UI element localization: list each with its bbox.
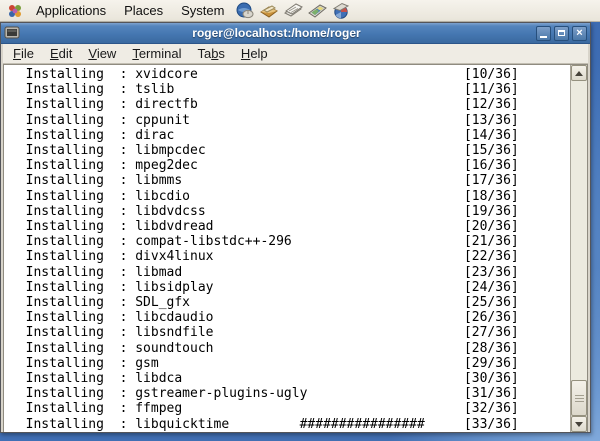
close-icon: × bbox=[576, 26, 583, 39]
terminal-line: Installing : libsidplay [24/36] bbox=[10, 279, 519, 295]
globe-chart-launcher-icon[interactable] bbox=[330, 1, 352, 21]
window-frame: File Edit View Terminal Tabs Help Installing … bbox=[3, 44, 588, 432]
menu-view[interactable]: View bbox=[80, 45, 124, 63]
gnome-top-panel: Applications Places System bbox=[0, 0, 600, 22]
thumb-grip bbox=[574, 394, 584, 396]
display-launcher-icon[interactable] bbox=[306, 1, 328, 21]
arrow-up-icon bbox=[575, 70, 583, 76]
terminal-line: Installing : ffmpeg [32/36] bbox=[10, 401, 519, 417]
panel-menu-places[interactable]: Places bbox=[116, 1, 171, 21]
maximize-button[interactable] bbox=[554, 25, 569, 41]
web-browser-launcher-icon[interactable] bbox=[234, 1, 256, 21]
terminal-screen[interactable]: Installing : xvidcore [10/36] Installing… bbox=[4, 65, 570, 432]
minimize-button[interactable] bbox=[536, 25, 551, 41]
terminal-line: Installing : xvidcore [10/36] bbox=[10, 67, 519, 82]
terminal-line: Installing : dirac [14/36] bbox=[10, 127, 519, 143]
terminal-line: Installing : gsm [29/36] bbox=[10, 355, 519, 371]
terminal-line: Installing : mpeg2dec [16/36] bbox=[10, 158, 519, 174]
terminal-line: Installing : SDL_gfx [25/36] bbox=[10, 295, 519, 311]
terminal-line: Installing : libdvdcss [19/36] bbox=[10, 203, 519, 219]
scroll-down-button[interactable] bbox=[571, 416, 587, 432]
terminal-line: Installing : gstreamer-plugins-ugly [31/… bbox=[10, 386, 519, 402]
terminal-line: Installing : libmad [23/36] bbox=[10, 264, 519, 280]
terminal-line: Installing : libdvdread [20/36] bbox=[10, 219, 519, 235]
terminal-line: Installing : libquicktime ##############… bbox=[10, 416, 519, 432]
terminal-icon bbox=[4, 26, 20, 40]
menu-terminal[interactable]: Terminal bbox=[124, 45, 189, 63]
terminal-line: Installing : compat-libstdc++-296 [21/36… bbox=[10, 234, 519, 250]
terminal-viewport: Installing : xvidcore [10/36] Installing… bbox=[3, 64, 588, 432]
panel-menu-applications[interactable]: Applications bbox=[28, 1, 114, 21]
terminal-line: Installing : tslib [11/36] bbox=[10, 82, 519, 98]
menu-file[interactable]: File bbox=[5, 45, 42, 63]
terminal-line: Installing : libdca [30/36] bbox=[10, 371, 519, 387]
terminal-window: roger@localhost:/home/roger × File Edit Vi… bbox=[0, 22, 591, 433]
scrollbar-track[interactable] bbox=[571, 81, 587, 416]
panel-menu-system[interactable]: System bbox=[173, 1, 232, 21]
terminal-line: Installing : libmpcdec [15/36] bbox=[10, 143, 519, 159]
terminal-line: Installing : directfb [12/36] bbox=[10, 97, 519, 113]
terminal-line: Installing : divx4linux [22/36] bbox=[10, 249, 519, 265]
window-title: roger@localhost:/home/roger bbox=[192, 26, 361, 40]
menu-tabs[interactable]: Tabs bbox=[189, 45, 232, 63]
minimize-icon bbox=[540, 35, 547, 38]
terminal-line: Installing : libcdaudio [26/36] bbox=[10, 310, 519, 326]
thumb-grip bbox=[574, 400, 584, 402]
documents-launcher-icon[interactable] bbox=[282, 1, 304, 21]
close-button[interactable]: × bbox=[572, 25, 587, 41]
scroll-up-button[interactable] bbox=[571, 65, 587, 81]
terminal-line: Installing : libsndfile [27/36] bbox=[10, 325, 519, 341]
window-titlebar[interactable]: roger@localhost:/home/roger × bbox=[1, 23, 590, 44]
terminal-line: Installing : libcdio [18/36] bbox=[10, 188, 519, 204]
menu-edit[interactable]: Edit bbox=[42, 45, 80, 63]
distro-flower-logo-icon[interactable] bbox=[4, 1, 26, 21]
vertical-scrollbar[interactable] bbox=[570, 65, 587, 432]
terminal-menubar: File Edit View Terminal Tabs Help bbox=[3, 44, 588, 64]
menu-help[interactable]: Help bbox=[233, 45, 276, 63]
maximize-icon bbox=[558, 30, 565, 36]
terminal-line: Installing : cppunit [13/36] bbox=[10, 112, 519, 128]
terminal-line: Installing : soundtouch [28/36] bbox=[10, 340, 519, 356]
email-launcher-icon[interactable] bbox=[258, 1, 280, 21]
arrow-down-icon bbox=[575, 421, 583, 427]
terminal-line: Installing : libmms [17/36] bbox=[10, 173, 519, 189]
scrollbar-thumb[interactable] bbox=[571, 380, 587, 416]
thumb-grip bbox=[574, 397, 584, 399]
